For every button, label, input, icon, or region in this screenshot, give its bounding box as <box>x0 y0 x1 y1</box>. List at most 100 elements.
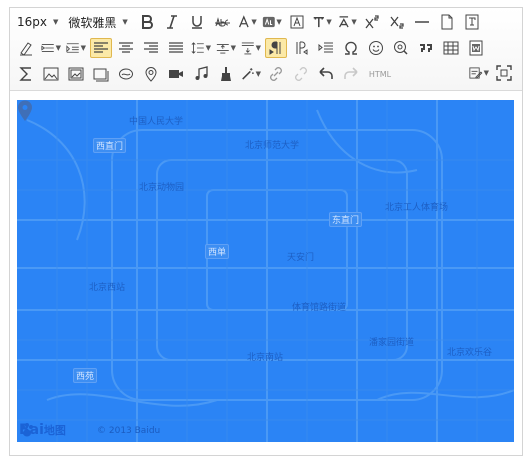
format-painter-button[interactable] <box>15 38 37 58</box>
align-center-button[interactable] <box>115 38 137 58</box>
search-replace-button[interactable] <box>390 38 412 58</box>
insert-video-button[interactable] <box>165 64 187 84</box>
ltr-direction-button[interactable] <box>265 38 287 58</box>
font-size-select[interactable]: 16px ▼ <box>15 12 60 32</box>
indent-button[interactable] <box>315 38 337 58</box>
rtl-icon <box>296 41 308 55</box>
sigma-icon <box>19 67 31 81</box>
superscript-icon <box>365 15 379 29</box>
toolbar-row-3: ▼ HTML <box>15 63 398 85</box>
bold-button[interactable] <box>136 12 158 32</box>
rtl-direction-button[interactable] <box>290 38 312 58</box>
horizontal-rule-button[interactable] <box>411 12 433 32</box>
link-button[interactable] <box>265 64 287 84</box>
word-import-button[interactable] <box>465 38 487 58</box>
letter-case-button[interactable]: ▼ <box>336 12 358 32</box>
heading-button[interactable]: ▼ <box>311 12 333 32</box>
font-color-icon <box>238 15 249 28</box>
auto-typeset-button[interactable]: ▼ <box>240 64 262 84</box>
chevron-down-icon: ▼ <box>251 18 257 26</box>
underline-icon <box>191 16 202 29</box>
strikethrough-button[interactable] <box>211 12 233 32</box>
location-pin-icon <box>18 100 32 121</box>
magic-wand-icon <box>242 68 254 80</box>
map-label: 北京欢乐谷 <box>447 348 493 358</box>
document-icon <box>441 14 453 30</box>
font-family-value: 微软雅黑 <box>68 15 117 30</box>
emotion-button[interactable] <box>365 38 387 58</box>
underline-button[interactable] <box>186 12 208 32</box>
chevron-down-icon: ▼ <box>326 18 332 26</box>
insert-music-button[interactable] <box>190 64 212 84</box>
insert-table-button[interactable] <box>440 38 462 58</box>
map-button[interactable] <box>140 64 162 84</box>
quote-icon <box>420 44 432 52</box>
unlink-button[interactable] <box>290 64 312 84</box>
paste-plain-button[interactable] <box>461 12 483 32</box>
multi-image-button[interactable] <box>65 64 87 84</box>
spacing-top-icon <box>216 44 229 54</box>
chevron-down-icon: ▼ <box>80 44 86 52</box>
map-district-tag: 西直门 <box>93 138 127 153</box>
scrawl-button[interactable] <box>115 64 137 84</box>
italic-button[interactable] <box>161 12 183 32</box>
redo-button[interactable] <box>340 64 362 84</box>
align-justify-button[interactable] <box>165 38 187 58</box>
letter-case-icon <box>338 16 349 28</box>
toolbar-right-group: ▼ <box>468 63 518 83</box>
subscript-button[interactable] <box>386 12 408 32</box>
special-char-button[interactable] <box>340 38 362 58</box>
undo-button[interactable] <box>315 64 337 84</box>
video-icon <box>169 70 183 78</box>
map-district-tag: 西单 <box>205 244 230 259</box>
align-right-button[interactable] <box>140 38 162 58</box>
background-color-button[interactable]: ▼ <box>261 12 283 32</box>
clear-format-button[interactable] <box>215 64 237 84</box>
source-code-button[interactable]: HTML <box>365 64 395 84</box>
list-numbered-button[interactable]: ▼ <box>65 38 87 58</box>
word-icon <box>469 40 483 56</box>
font-color-button[interactable]: ▼ <box>236 12 258 32</box>
blockquote-button[interactable] <box>415 38 437 58</box>
source-code-label: HTML <box>368 69 392 79</box>
map-pin-icon <box>145 67 157 82</box>
superscript-button[interactable] <box>361 12 383 32</box>
paragraph-spacing-bottom-button[interactable]: ▼ <box>240 38 262 58</box>
horizontal-rule-icon <box>414 21 429 23</box>
fullscreen-button[interactable] <box>493 63 515 83</box>
chevron-down-icon: ▼ <box>483 69 489 77</box>
align-right-icon <box>144 42 158 53</box>
chevron-down-icon: ▼ <box>230 44 236 52</box>
sum-button[interactable] <box>15 64 37 84</box>
line-height-button[interactable]: ▼ <box>190 38 212 58</box>
insert-image-button[interactable] <box>40 64 62 84</box>
table-icon <box>443 41 459 55</box>
embedded-map-image[interactable]: 中国人民大学 北京师范大学 北京动物园 北京西站 天安门 体育馆路街道 北京南站… <box>17 100 514 442</box>
font-size-value: 16px <box>17 15 47 29</box>
paragraph-spacing-top-button[interactable]: ▼ <box>215 38 237 58</box>
italic-icon <box>166 15 177 29</box>
redo-icon <box>344 67 358 79</box>
image-icon <box>43 67 59 81</box>
unlink-icon <box>295 67 307 81</box>
editor-toolbar: 16px ▼ 微软雅黑 ▼ ▼ ▼ ▼ ▼ ▼ ▼ ▼ ▼ ▼ ▼ HTML ▼ <box>10 8 522 91</box>
new-document-button[interactable] <box>436 12 458 32</box>
map-copyright: © 2013 Baidu <box>97 426 161 436</box>
list-bullet-button[interactable]: ▼ <box>40 38 62 58</box>
fullscreen-icon <box>496 65 512 81</box>
bold-icon <box>141 15 153 29</box>
line-height-icon <box>191 42 204 54</box>
chevron-down-icon: ▼ <box>122 18 128 26</box>
align-left-button[interactable] <box>90 38 112 58</box>
template-button[interactable]: ▼ <box>468 63 490 83</box>
undo-icon <box>319 67 333 79</box>
editor-content-area[interactable]: 中国人民大学 北京师范大学 北京动物园 北京西站 天安门 体育馆路街道 北京南站… <box>10 92 522 455</box>
paste-plain-icon <box>465 14 479 30</box>
font-border-button[interactable] <box>286 12 308 32</box>
frame-button[interactable] <box>90 64 112 84</box>
map-label: 北京南站 <box>247 353 284 363</box>
indent-icon <box>66 43 79 53</box>
font-family-select[interactable]: 微软雅黑 ▼ <box>66 12 129 32</box>
map-district-tag: 西苑 <box>73 368 98 383</box>
smiley-icon <box>369 41 383 55</box>
